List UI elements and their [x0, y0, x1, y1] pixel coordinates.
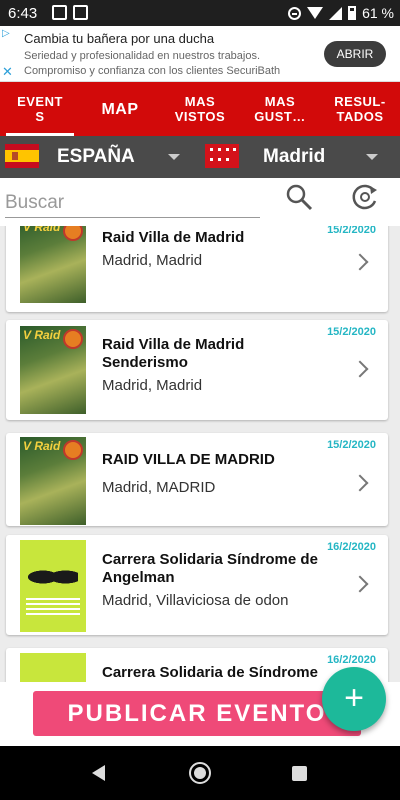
event-title: Raid Villa de Madrid	[102, 229, 245, 246]
add-event-fab[interactable]: +	[322, 667, 386, 731]
event-date: 15/2/2020	[327, 326, 376, 338]
event-date: 16/2/2020	[327, 541, 376, 553]
chevron-right-icon	[351, 253, 369, 271]
chevron-down-icon[interactable]	[168, 154, 180, 160]
search-row	[0, 178, 400, 226]
tab-bar: EVENT S MAP MAS VISTOS MAS GUST… RESUL- …	[0, 82, 400, 136]
ad-text-line: Compromiso y confianza con los clientes …	[24, 65, 281, 77]
status-time: 6:43	[8, 5, 38, 22]
back-icon[interactable]	[92, 765, 105, 781]
country-select[interactable]: ESPAÑA	[57, 146, 135, 168]
search-input[interactable]	[5, 188, 260, 218]
publish-event-button[interactable]: PUBLICAR EVENTO	[33, 691, 361, 736]
app-notification-icon	[73, 5, 88, 20]
tab-label: MAS GUST…	[254, 94, 306, 124]
madrid-flag-icon	[205, 144, 239, 168]
chevron-right-icon	[351, 474, 369, 492]
event-location: Madrid, Madrid	[102, 377, 203, 394]
ad-open-button[interactable]: ABRIR	[324, 41, 386, 67]
tab-map[interactable]: MAP	[80, 82, 160, 136]
event-title: Raid Villa de Madrid Senderismo	[102, 336, 245, 371]
signal-icon	[329, 6, 343, 20]
event-card[interactable]: Raid Villa de Madrid Senderismo Madrid, …	[6, 320, 388, 420]
tab-most-liked[interactable]: MAS GUST…	[240, 82, 320, 136]
chevron-right-icon	[351, 360, 369, 378]
event-poster	[20, 226, 86, 303]
spain-flag-icon	[5, 144, 39, 168]
tab-label: MAS VISTOS	[174, 94, 226, 124]
tab-results[interactable]: RESUL- TADOS	[320, 82, 400, 136]
event-location: Madrid, Madrid	[102, 252, 203, 269]
event-card[interactable]: RAID VILLA DE MADRID Madrid, MADRID 15/2…	[6, 433, 388, 526]
event-poster	[20, 437, 86, 525]
event-poster	[20, 326, 86, 414]
gallery-notification-icon	[52, 5, 67, 20]
tab-label: MAP	[101, 100, 139, 118]
tab-most-viewed[interactable]: MAS VISTOS	[160, 82, 240, 136]
ad-close-icon[interactable]: ✕	[2, 64, 13, 80]
location-bar: ESPAÑA Madrid	[0, 136, 400, 178]
event-location: Madrid, MADRID	[102, 479, 216, 496]
battery-percent: 61 %	[362, 5, 394, 21]
event-title: Carrera Solidaria de Síndrome	[102, 664, 318, 681]
status-bar: 6:43 61 %	[0, 0, 400, 26]
do-not-disturb-icon	[288, 6, 302, 20]
event-list[interactable]: Raid Villa de Madrid Madrid, Madrid 15/2…	[0, 226, 400, 746]
ad-info-icon[interactable]: ▷	[2, 28, 13, 39]
system-nav-bar	[0, 746, 400, 800]
event-date: 16/2/2020	[327, 654, 376, 666]
event-title: Carrera Solidaria Síndrome de Angelman	[102, 551, 318, 586]
ad-text-line: Seriedad y profesionalidad en nuestros t…	[24, 50, 261, 62]
event-date: 15/2/2020	[327, 226, 376, 236]
chevron-right-icon	[351, 575, 369, 593]
region-select[interactable]: Madrid	[263, 146, 325, 168]
ad-title: Cambia tu bañera por una ducha	[24, 31, 215, 46]
tab-label: RESUL- TADOS	[334, 94, 386, 124]
refresh-location-icon[interactable]	[350, 182, 380, 212]
event-date: 15/2/2020	[327, 439, 376, 451]
recent-apps-icon[interactable]	[292, 766, 307, 781]
ad-banner[interactable]: ▷ ✕ Cambia tu bañera por una ducha Serie…	[0, 26, 400, 82]
tab-events[interactable]: EVENT S	[0, 82, 80, 136]
battery-icon	[348, 6, 357, 20]
search-icon[interactable]	[284, 182, 314, 212]
event-location: Madrid, Villaviciosa de odon	[102, 592, 289, 609]
event-card[interactable]: Carrera Solidaria Síndrome de Angelman M…	[6, 535, 388, 635]
event-poster	[20, 540, 86, 632]
chevron-down-icon[interactable]	[366, 154, 378, 160]
home-icon[interactable]	[189, 762, 211, 784]
event-title: RAID VILLA DE MADRID	[102, 451, 275, 468]
tab-label: EVENT S	[17, 94, 63, 124]
event-card[interactable]: Raid Villa de Madrid Madrid, Madrid 15/2…	[6, 226, 388, 312]
wifi-icon	[307, 7, 324, 19]
